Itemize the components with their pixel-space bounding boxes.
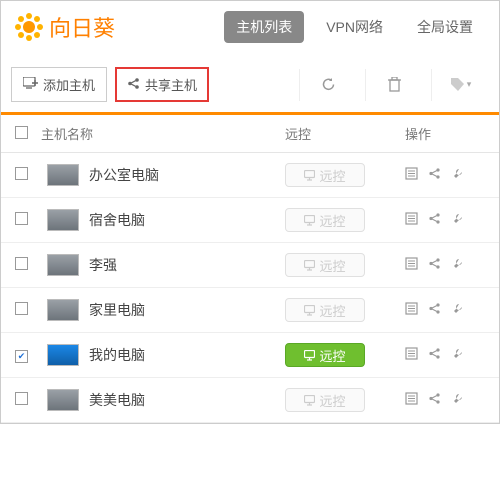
host-name: 宿舍电脑: [89, 210, 285, 230]
monitor-icon: [304, 395, 315, 406]
share-host-label: 共享主机: [145, 75, 197, 94]
monitor-icon: [304, 350, 315, 361]
host-thumbnail: [47, 164, 79, 186]
refresh-button[interactable]: [299, 69, 357, 101]
share-icon[interactable]: [428, 347, 441, 363]
col-remote: 远控: [285, 124, 405, 143]
row-checkbox[interactable]: ✔: [15, 350, 28, 363]
remote-control-button: 远控: [285, 388, 365, 412]
host-thumbnail: [47, 299, 79, 321]
table-row: 宿舍电脑远控: [1, 198, 499, 243]
share-icon[interactable]: [428, 257, 441, 273]
table-row: 李强远控: [1, 243, 499, 288]
table-header: 主机名称 远控 操作: [1, 115, 499, 153]
remote-control-button: 远控: [285, 208, 365, 232]
table-row: 美美电脑远控: [1, 378, 499, 423]
nav-hosts[interactable]: 主机列表: [224, 11, 304, 43]
add-host-button[interactable]: 添加主机: [11, 67, 107, 102]
toolbar: 添加主机 共享主机 ▾: [1, 53, 499, 112]
tag-button[interactable]: ▾: [431, 69, 489, 101]
monitor-icon: [304, 170, 315, 181]
remote-control-button: 远控: [285, 253, 365, 277]
remote-control-button: 远控: [285, 163, 365, 187]
sunflower-icon: [15, 13, 43, 41]
row-checkbox[interactable]: [15, 302, 28, 315]
wrench-icon[interactable]: [451, 302, 464, 318]
monitor-icon: [304, 305, 315, 316]
monitor-plus-icon: [23, 77, 38, 92]
host-name: 美美电脑: [89, 390, 285, 410]
header: 向日葵 主机列表 VPN网络 全局设置: [1, 1, 499, 53]
detail-icon[interactable]: [405, 212, 418, 228]
host-thumbnail: [47, 344, 79, 366]
host-name: 办公室电脑: [89, 165, 285, 185]
monitor-icon: [304, 215, 315, 226]
col-name: 主机名称: [41, 124, 285, 143]
row-checkbox[interactable]: [15, 167, 28, 180]
detail-icon[interactable]: [405, 167, 418, 183]
remote-control-button: 远控: [285, 298, 365, 322]
wrench-icon[interactable]: [451, 167, 464, 183]
row-checkbox[interactable]: [15, 392, 28, 405]
nav-settings[interactable]: 全局设置: [405, 11, 485, 43]
share-icon[interactable]: [428, 212, 441, 228]
chevron-down-icon: ▾: [467, 79, 472, 90]
add-host-label: 添加主机: [43, 75, 95, 94]
detail-icon[interactable]: [405, 392, 418, 408]
logo: 向日葵: [15, 11, 115, 43]
share-icon: [127, 77, 140, 93]
detail-icon[interactable]: [405, 302, 418, 318]
share-icon[interactable]: [428, 302, 441, 318]
table-row: 办公室电脑远控: [1, 153, 499, 198]
row-checkbox[interactable]: [15, 212, 28, 225]
share-icon[interactable]: [428, 392, 441, 408]
delete-button[interactable]: [365, 69, 423, 101]
detail-icon[interactable]: [405, 347, 418, 363]
host-list: 办公室电脑远控宿舍电脑远控李强远控家里电脑远控✔我的电脑远控美美电脑远控: [1, 153, 499, 423]
wrench-icon[interactable]: [451, 392, 464, 408]
host-thumbnail: [47, 389, 79, 411]
table-row: 家里电脑远控: [1, 288, 499, 333]
share-host-button[interactable]: 共享主机: [115, 67, 209, 102]
host-thumbnail: [47, 254, 79, 276]
detail-icon[interactable]: [405, 257, 418, 273]
wrench-icon[interactable]: [451, 212, 464, 228]
monitor-icon: [304, 260, 315, 271]
nav-vpn[interactable]: VPN网络: [314, 11, 395, 43]
table-row: ✔ 我的电脑远控: [1, 333, 499, 378]
host-name: 李强: [89, 255, 285, 275]
wrench-icon[interactable]: [451, 257, 464, 273]
host-name: 家里电脑: [89, 300, 285, 320]
app-title: 向日葵: [49, 11, 115, 43]
wrench-icon[interactable]: [451, 347, 464, 363]
share-icon[interactable]: [428, 167, 441, 183]
row-checkbox[interactable]: [15, 257, 28, 270]
col-ops: 操作: [405, 124, 485, 143]
select-all-checkbox[interactable]: [15, 126, 28, 139]
host-thumbnail: [47, 209, 79, 231]
app-window: 向日葵 主机列表 VPN网络 全局设置 添加主机 共享主机 ▾: [0, 0, 500, 424]
remote-control-button[interactable]: 远控: [285, 343, 365, 367]
host-name: 我的电脑: [89, 345, 285, 365]
